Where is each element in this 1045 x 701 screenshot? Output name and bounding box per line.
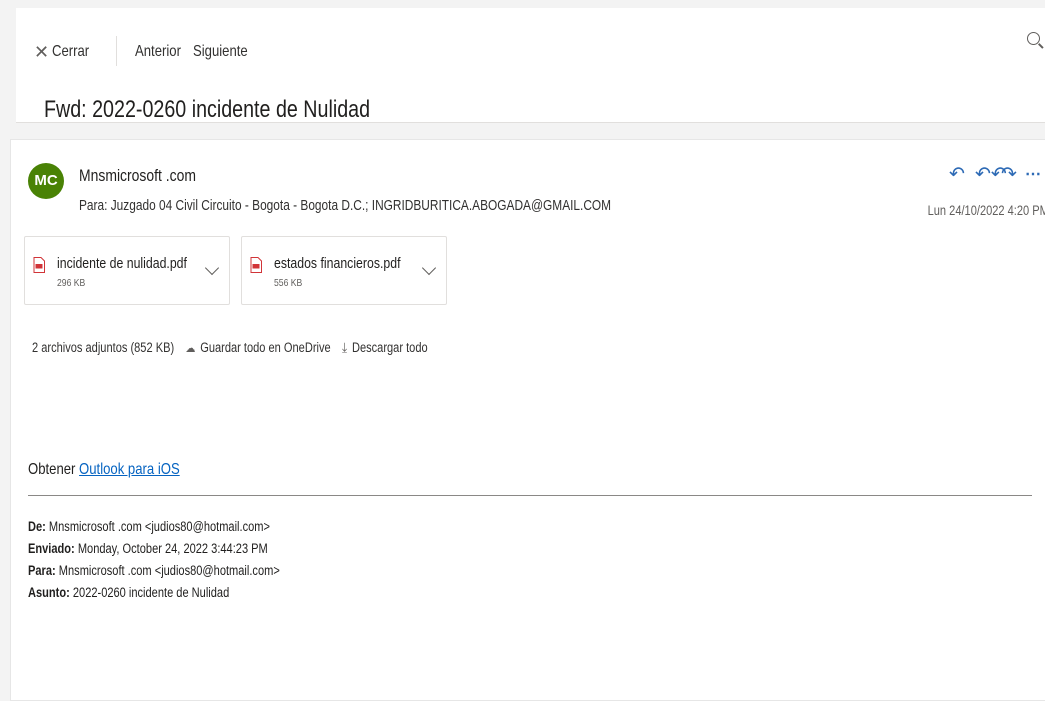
- forwarded-sent: Enviado: Monday, October 24, 2022 3:44:2…: [28, 540, 268, 562]
- reply-icon[interactable]: ↶: [949, 164, 965, 186]
- pdf-file-icon: [33, 257, 45, 273]
- to-label: Para:: [28, 563, 56, 578]
- attachment-count: 2 archivos adjuntos (852 KB): [32, 340, 175, 355]
- attachment-card[interactable]: incidente de nulidad.pdf 296 KB: [24, 236, 230, 305]
- attachment-size: 556 KB: [274, 277, 303, 289]
- sent-value: Monday, October 24, 2022 3:44:23 PM: [74, 541, 268, 556]
- attachment-size: 296 KB: [57, 277, 86, 289]
- download-all-button[interactable]: ⤓ Descargar todo: [342, 339, 428, 356]
- recipients-line: Para: Juzgado 04 Civil Circuito - Bogota…: [79, 198, 612, 214]
- chevron-down-icon[interactable]: [421, 260, 437, 276]
- subject-value: 2022-0260 incidente de Nulidad: [69, 585, 230, 600]
- page-title: Fwd: 2022-0260 incidente de Nulidad: [44, 96, 371, 123]
- reading-pane-header: ✕ Cerrar Anterior Siguiente ⌵ Fwd: 2022-…: [16, 8, 1045, 123]
- zoom-button[interactable]: ⌵: [1026, 32, 1045, 50]
- download-all-label: Descargar todo: [351, 340, 428, 355]
- next-button[interactable]: Siguiente: [193, 42, 248, 62]
- subject-label: Asunto:: [28, 585, 70, 600]
- attachment-name: estados financieros.pdf: [274, 255, 401, 272]
- cloud-icon: ☁: [185, 341, 196, 355]
- save-onedrive-button[interactable]: ☁ Guardar todo en OneDrive: [185, 340, 330, 356]
- forwarded-subject: Asunto: 2022-0260 incidente de Nulidad: [28, 584, 229, 606]
- message-card: MC Mnsmicrosoft .com Para: Juzgado 04 Ci…: [10, 139, 1045, 701]
- get-outlook-prefix: Obtener: [28, 461, 80, 478]
- zoom-in-icon: [1026, 32, 1040, 45]
- divider: [28, 495, 1032, 496]
- forwarded-header: De: Mnsmicrosoft .com <judios80@hotmail.…: [28, 518, 335, 606]
- attachment-card[interactable]: estados financieros.pdf 556 KB: [241, 236, 447, 305]
- get-outlook-line: Obtener Outlook para iOS: [28, 460, 180, 480]
- attachment-summary: 2 archivos adjuntos (852 KB) ☁ Guardar to…: [32, 339, 436, 356]
- attachment-name: incidente de nulidad.pdf: [57, 255, 187, 272]
- pdf-file-icon: [250, 257, 262, 273]
- chevron-down-icon[interactable]: [204, 260, 220, 276]
- forward-icon[interactable]: ↷: [1001, 164, 1017, 186]
- close-label: Cerrar: [52, 43, 90, 60]
- forwarded-from: De: Mnsmicrosoft .com <judios80@hotmail.…: [28, 518, 270, 540]
- to-value: Mnsmicrosoft .com <judios80@hotmail.com>: [55, 563, 280, 578]
- message-date: Lun 24/10/2022 4:20 PM: [927, 203, 1045, 218]
- save-onedrive-label: Guardar todo en OneDrive: [200, 340, 331, 355]
- sender-name[interactable]: Mnsmicrosoft .com: [79, 166, 196, 186]
- from-label: De:: [28, 519, 46, 534]
- close-icon: ✕: [34, 42, 50, 62]
- forwarded-to: Para: Mnsmicrosoft .com <judios80@hotmai…: [28, 562, 280, 584]
- more-actions-icon[interactable]: ⋯: [1025, 164, 1041, 186]
- message-actions: ↶ ↶↶ ↷ ⋯: [949, 164, 1041, 186]
- outlook-ios-link[interactable]: Outlook para iOS: [79, 461, 180, 478]
- previous-button[interactable]: Anterior: [135, 42, 181, 62]
- download-icon: ⤓: [341, 339, 348, 355]
- toolbar-divider: [116, 36, 117, 66]
- sent-label: Enviado:: [28, 541, 75, 556]
- from-value: Mnsmicrosoft .com <judios80@hotmail.com>: [45, 519, 270, 534]
- avatar[interactable]: MC: [28, 163, 64, 199]
